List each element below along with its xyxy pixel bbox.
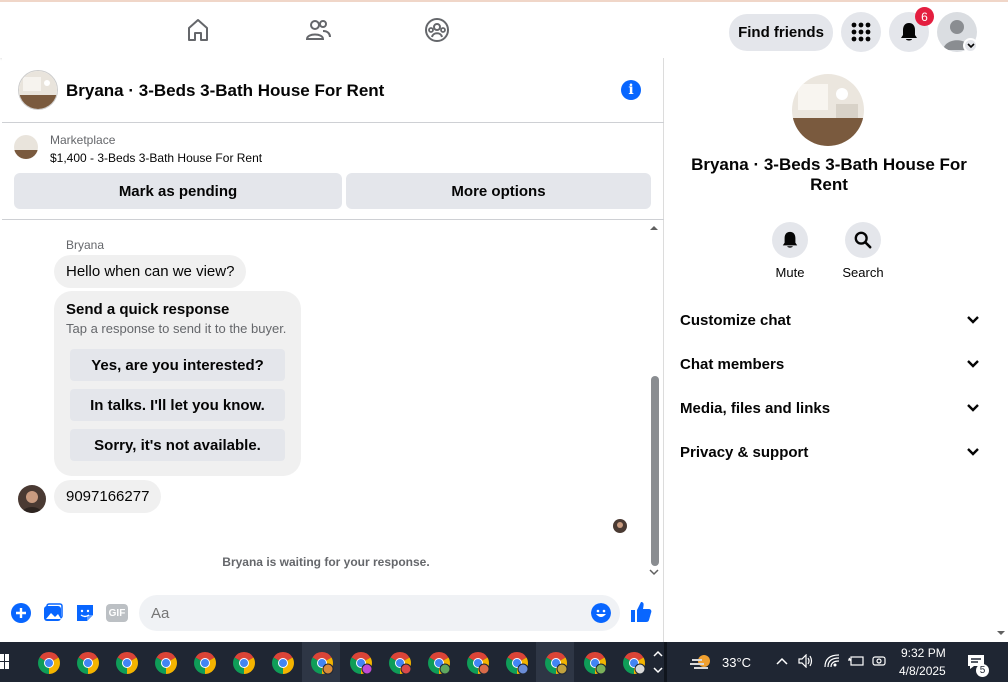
tray-chevron-up-icon[interactable]: [776, 656, 788, 666]
clock-time[interactable]: 9:32 PM: [901, 646, 946, 660]
listing-thumbnail: [14, 135, 38, 159]
chrome-icon[interactable]: [466, 651, 490, 675]
taskbar-divider: [664, 642, 667, 682]
message-bubble: Hello when can we view?: [54, 255, 247, 288]
customize-chat-section[interactable]: Customize chat: [680, 308, 980, 332]
privacy-support-section[interactable]: Privacy & support: [680, 440, 980, 464]
chrome-icon[interactable]: [115, 651, 139, 675]
message-composer: GIF: [2, 590, 664, 636]
search-action[interactable]: Search: [833, 222, 893, 280]
chrome-icon[interactable]: [154, 651, 178, 675]
mark-as-pending-button[interactable]: Mark as pending: [14, 173, 342, 209]
sender-name: Bryana: [66, 238, 105, 252]
chat-members-section[interactable]: Chat members: [680, 352, 980, 376]
quick-response-option[interactable]: Yes, are you interested?: [70, 349, 285, 381]
top-navigation-bar: Find friends 6: [0, 0, 1008, 58]
quick-response-card: Send a quick response Tap a response to …: [54, 291, 301, 476]
section-label: Chat members: [680, 355, 785, 373]
section-label: Media, files and links: [680, 399, 831, 417]
chrome-icon[interactable]: [310, 651, 334, 675]
section-label: Customize chat: [680, 311, 791, 329]
chat-header: Bryana · 3-Beds 3-Bath House For Rent i: [2, 58, 664, 123]
scroll-down-icon[interactable]: [648, 567, 660, 577]
message-input[interactable]: [139, 595, 620, 631]
chevron-down-icon: [967, 360, 979, 368]
emoji-icon[interactable]: [591, 603, 611, 623]
search-label: Search: [842, 265, 884, 280]
listing-avatar[interactable]: [18, 70, 58, 110]
search-icon[interactable]: [845, 222, 881, 258]
grid-menu-icon: [851, 22, 871, 42]
waiting-status: Bryana is waiting for your response.: [222, 555, 430, 569]
message-bubble: 9097166277: [54, 480, 162, 513]
gif-icon[interactable]: GIF: [106, 604, 128, 622]
chat-scrollbar[interactable]: [648, 223, 660, 577]
more-options-button[interactable]: More options: [346, 173, 651, 209]
photo-icon[interactable]: [42, 602, 64, 624]
listing-text[interactable]: $1,400 - 3-Beds 3-Bath House For Rent: [50, 151, 262, 165]
camera-icon[interactable]: [872, 654, 886, 668]
chrome-icon[interactable]: [388, 651, 412, 675]
read-receipt-avatar: [613, 519, 627, 533]
sender-avatar[interactable]: [18, 485, 46, 513]
sticker-icon[interactable]: [74, 602, 96, 624]
info-icon[interactable]: i: [621, 80, 641, 100]
chrome-icon[interactable]: [622, 651, 646, 675]
chrome-icon[interactable]: [349, 651, 373, 675]
home-icon[interactable]: [184, 16, 212, 44]
chat-panel: Bryana · 3-Beds 3-Bath House For Rent i …: [2, 58, 664, 642]
media-files-section[interactable]: Media, files and links: [680, 396, 980, 420]
chevron-down-icon: [967, 316, 979, 324]
bell-icon: [901, 23, 917, 41]
volume-icon[interactable]: [798, 654, 814, 668]
quick-response-option[interactable]: In talks. I'll let you know.: [70, 389, 285, 421]
notification-count-badge: 6: [915, 7, 934, 26]
info-title: Bryana · 3-Beds 3-Bath House For Rent: [691, 155, 967, 194]
weather-icon[interactable]: [690, 652, 714, 672]
clock-date[interactable]: 4/8/2025: [899, 664, 946, 678]
message-list: Bryana Hello when can we view? Send a qu…: [2, 221, 650, 576]
groups-icon[interactable]: [423, 16, 451, 44]
chrome-icon[interactable]: [37, 651, 61, 675]
wifi-icon[interactable]: [824, 654, 840, 668]
scroll-thumb[interactable]: [651, 376, 659, 566]
bell-icon[interactable]: [772, 222, 808, 258]
battery-icon[interactable]: [847, 654, 865, 668]
chevron-down-icon: [967, 404, 979, 412]
find-friends-button[interactable]: Find friends: [729, 14, 833, 51]
scroll-down-icon[interactable]: [994, 628, 1008, 638]
chevron-down-icon: [967, 448, 979, 456]
chrome-icon[interactable]: [583, 651, 607, 675]
quick-response-option[interactable]: Sorry, it's not available.: [70, 429, 285, 461]
chrome-icon[interactable]: [427, 651, 451, 675]
chrome-icon[interactable]: [271, 651, 295, 675]
chrome-icon[interactable]: [232, 651, 256, 675]
chrome-icon[interactable]: [544, 651, 568, 675]
quick-response-subtitle: Tap a response to send it to the buyer.: [66, 321, 287, 336]
windows-taskbar: 33°C 9:32 PM 4/8/2025 5: [0, 642, 1008, 682]
quick-response-title: Send a quick response: [66, 301, 230, 318]
taskbar-scroll-icon[interactable]: [652, 646, 664, 678]
chrome-icon[interactable]: [193, 651, 217, 675]
temperature: 33°C: [722, 655, 752, 670]
thumbs-up-icon[interactable]: [629, 600, 653, 624]
chrome-icon[interactable]: [505, 651, 529, 675]
plus-icon[interactable]: [10, 602, 32, 624]
scroll-up-icon[interactable]: [648, 223, 660, 233]
chrome-icon[interactable]: [76, 651, 100, 675]
listing-avatar-large[interactable]: [792, 74, 864, 146]
section-label: Privacy & support: [680, 443, 809, 461]
page-scrollbar[interactable]: [994, 58, 1008, 642]
conversation-info-panel: Bryana · 3-Beds 3-Bath House For Rent Mu…: [664, 58, 994, 642]
start-icon[interactable]: [0, 654, 10, 670]
friends-icon[interactable]: [304, 16, 332, 44]
marketplace-label: Marketplace: [50, 133, 116, 147]
chat-title: Bryana · 3-Beds 3-Bath House For Rent: [66, 81, 385, 100]
marketplace-bar: Marketplace $1,400 - 3-Beds 3-Bath House…: [2, 124, 664, 220]
chevron-down-icon[interactable]: [963, 38, 978, 53]
menu-button[interactable]: [841, 12, 881, 52]
mute-action[interactable]: Mute: [760, 222, 820, 280]
mute-label: Mute: [775, 265, 805, 280]
notification-center-badge: 5: [976, 664, 989, 677]
